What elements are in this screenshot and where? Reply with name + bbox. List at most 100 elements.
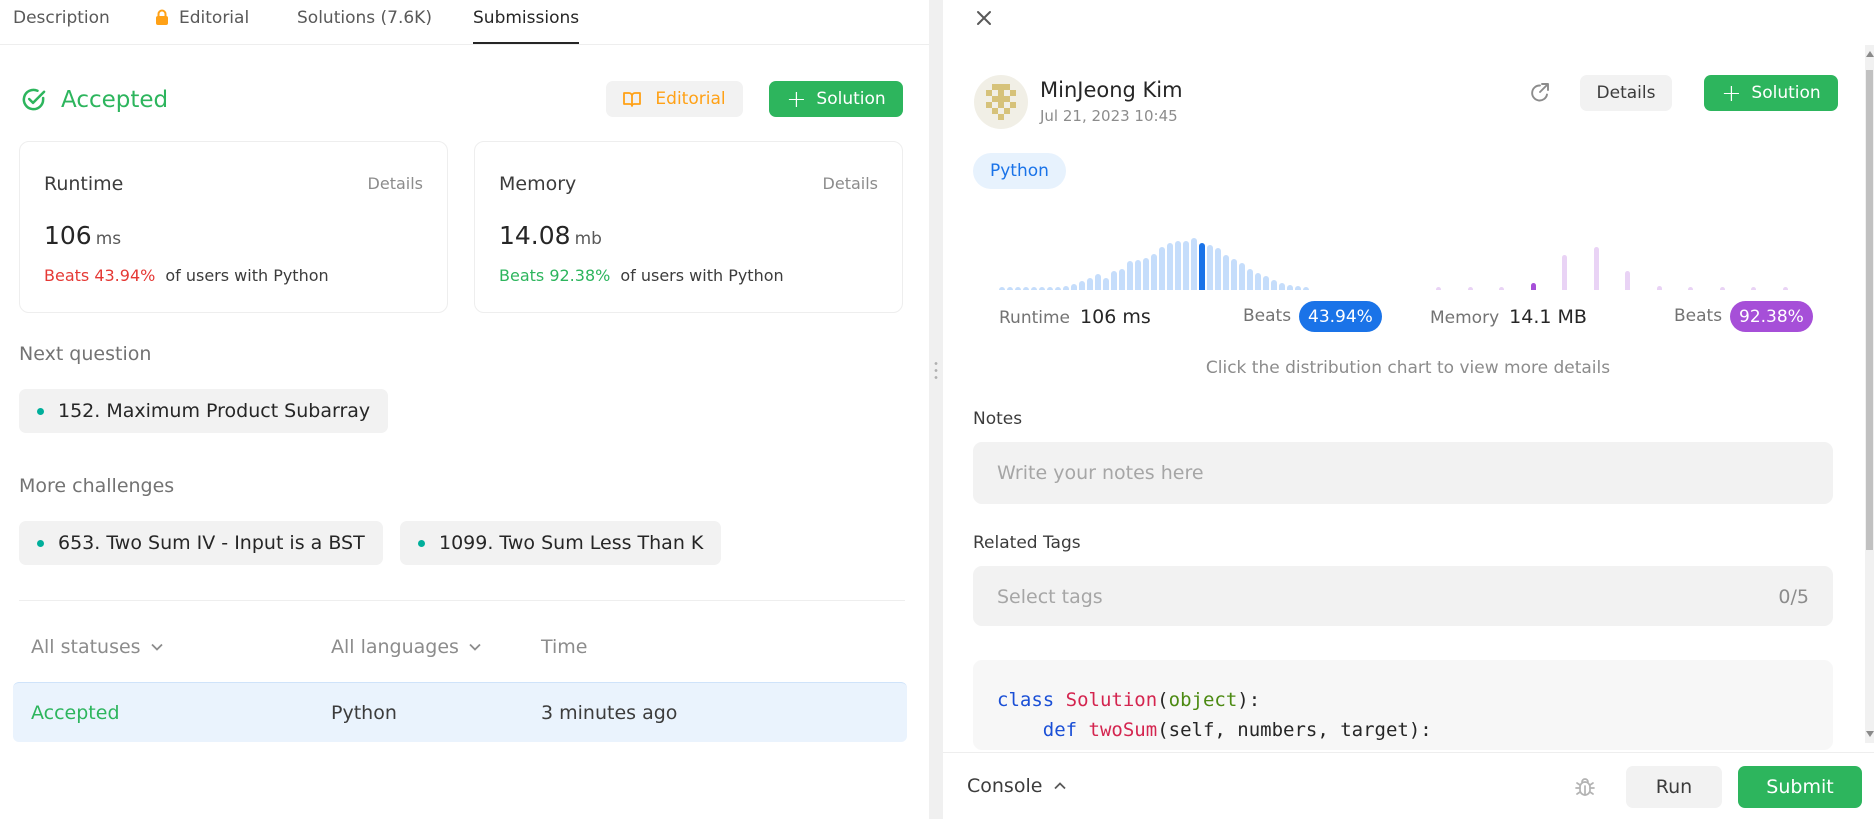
distribution-bar[interactable]	[1239, 263, 1245, 290]
next-question-chip[interactable]: 152. Maximum Product Subarray	[19, 389, 389, 433]
close-icon[interactable]	[973, 7, 995, 29]
memory-distribution-chart[interactable]	[1436, 220, 1788, 290]
language-filter[interactable]: All languages	[331, 636, 481, 658]
avatar[interactable]	[974, 75, 1028, 129]
scroll-thumb[interactable]	[1866, 70, 1873, 550]
distribution-bar[interactable]	[1562, 255, 1567, 290]
distribution-bar[interactable]	[1436, 287, 1441, 290]
distribution-bar[interactable]	[1782, 287, 1788, 290]
status-filter[interactable]: All statuses	[31, 636, 163, 658]
tab-description[interactable]: Description	[13, 8, 110, 44]
distribution-bar[interactable]	[1247, 269, 1253, 290]
distribution-bar[interactable]	[1063, 286, 1069, 290]
distribution-bar[interactable]	[1625, 271, 1630, 290]
code-line: def twoSum(self, numbers, target):	[997, 715, 1432, 745]
memory-stat-value: 14.1 MB	[1509, 306, 1587, 328]
solution-button[interactable]: + Solution	[769, 81, 903, 117]
check-circle-icon	[22, 88, 46, 111]
tab-solutions[interactable]: Solutions (7.6K)	[297, 8, 432, 44]
distribution-bar[interactable]	[1207, 245, 1213, 290]
scroll-up-icon[interactable]	[1866, 51, 1874, 57]
distribution-bar[interactable]	[1023, 287, 1029, 290]
editorial-button[interactable]: Editorial	[606, 81, 743, 117]
distribution-bar[interactable]	[1143, 258, 1149, 290]
distribution-bar[interactable]	[1103, 278, 1109, 290]
distribution-bar[interactable]	[1271, 280, 1277, 290]
distribution-bar[interactable]	[1688, 287, 1693, 290]
distribution-bar[interactable]	[1751, 287, 1756, 290]
runtime-distribution-chart[interactable]	[999, 220, 1319, 290]
distribution-bar[interactable]	[1279, 283, 1285, 290]
distribution-bar[interactable]	[1593, 247, 1599, 290]
memory-card[interactable]: Memory Details 14.08 mb Beats 92.38% of us…	[474, 141, 903, 313]
run-button[interactable]: Run	[1626, 766, 1722, 808]
distribution-bar[interactable]	[1007, 287, 1013, 290]
distribution-bar[interactable]	[1119, 269, 1125, 290]
tab-label: Editorial	[179, 8, 250, 28]
distribution-bar[interactable]	[1199, 243, 1205, 290]
distribution-bar[interactable]	[1719, 287, 1725, 290]
distribution-bar[interactable]	[1167, 243, 1173, 290]
scroll-down-icon[interactable]	[1866, 731, 1874, 737]
distribution-bar[interactable]	[1303, 287, 1309, 290]
distribution-bar[interactable]	[999, 287, 1005, 290]
distribution-bar[interactable]	[1031, 287, 1037, 290]
challenge-chip[interactable]: 653. Two Sum IV - Input is a BST	[19, 521, 383, 565]
tab-submissions[interactable]: Submissions	[473, 8, 580, 44]
distribution-bar[interactable]	[1499, 287, 1504, 290]
distribution-bar[interactable]	[1039, 287, 1045, 290]
distribution-bar[interactable]	[1071, 284, 1077, 290]
code-class-name: Solution	[1065, 689, 1158, 711]
dot-icon	[37, 407, 44, 415]
distribution-bar[interactable]	[1095, 274, 1101, 290]
console-toggle[interactable]: Console	[967, 775, 1067, 797]
distribution-bar[interactable]	[1223, 255, 1229, 290]
distribution-bar[interactable]	[1087, 278, 1093, 290]
runtime-card[interactable]: Runtime Details 106 ms Beats 43.94% of use…	[19, 141, 448, 313]
memory-number: 14.08	[499, 221, 571, 250]
challenge-chip[interactable]: 1099. Two Sum Less Than K	[400, 521, 722, 565]
distribution-bar[interactable]	[1135, 260, 1141, 290]
scrollbar[interactable]	[1865, 45, 1874, 743]
distribution-bar[interactable]	[1111, 271, 1117, 290]
details-button[interactable]: Details	[1580, 75, 1672, 111]
bug-icon[interactable]	[1573, 775, 1597, 799]
divider	[19, 600, 905, 601]
solution-label: Solution	[1751, 83, 1821, 103]
distribution-bar[interactable]	[1656, 286, 1662, 290]
user-name[interactable]: MinJeong Kim	[1040, 78, 1183, 102]
submit-button[interactable]: Submit	[1738, 766, 1862, 808]
table-row[interactable]: Accepted Python 3 minutes ago	[13, 682, 907, 742]
distribution-bar[interactable]	[1263, 276, 1269, 290]
distribution-bar[interactable]	[1015, 287, 1021, 290]
detail-solution-button[interactable]: + Solution	[1704, 75, 1838, 111]
tags-select[interactable]: Select tags 0/5	[973, 566, 1833, 626]
runtime-details-link[interactable]: Details	[368, 174, 423, 193]
distribution-bar[interactable]	[1467, 287, 1473, 290]
distribution-bar[interactable]	[1175, 241, 1181, 290]
distribution-bar[interactable]	[1191, 238, 1197, 290]
memory-stat: Memory 14.1 MB	[1430, 306, 1587, 328]
distribution-bar[interactable]	[1215, 248, 1221, 290]
notes-input[interactable]: Write your notes here	[973, 442, 1833, 504]
share-icon[interactable]	[1528, 81, 1552, 105]
distribution-bar[interactable]	[1183, 241, 1189, 290]
code-viewer[interactable]: class Solution(object): def twoSum(self,…	[973, 660, 1833, 750]
distribution-bar[interactable]	[1127, 261, 1133, 290]
distribution-bar[interactable]	[1079, 281, 1085, 290]
memory-details-link[interactable]: Details	[823, 174, 878, 193]
distribution-bar[interactable]	[1047, 287, 1053, 290]
row-time: 3 minutes ago	[541, 702, 678, 724]
distribution-bar[interactable]	[1151, 254, 1157, 290]
distribution-bar[interactable]	[1295, 286, 1301, 290]
distribution-bar[interactable]	[1255, 273, 1261, 290]
distribution-bar[interactable]	[1159, 247, 1165, 290]
tab-editorial[interactable]: Editorial	[155, 8, 249, 44]
distribution-bar[interactable]	[1287, 285, 1293, 290]
runtime-unit: ms	[95, 229, 122, 249]
distribution-bar[interactable]	[1530, 283, 1536, 290]
runtime-beats-pct: Beats 43.94%	[44, 266, 156, 285]
distribution-bar[interactable]	[1055, 287, 1061, 290]
distribution-bar[interactable]	[1231, 259, 1237, 290]
pane-splitter[interactable]	[929, 0, 943, 819]
